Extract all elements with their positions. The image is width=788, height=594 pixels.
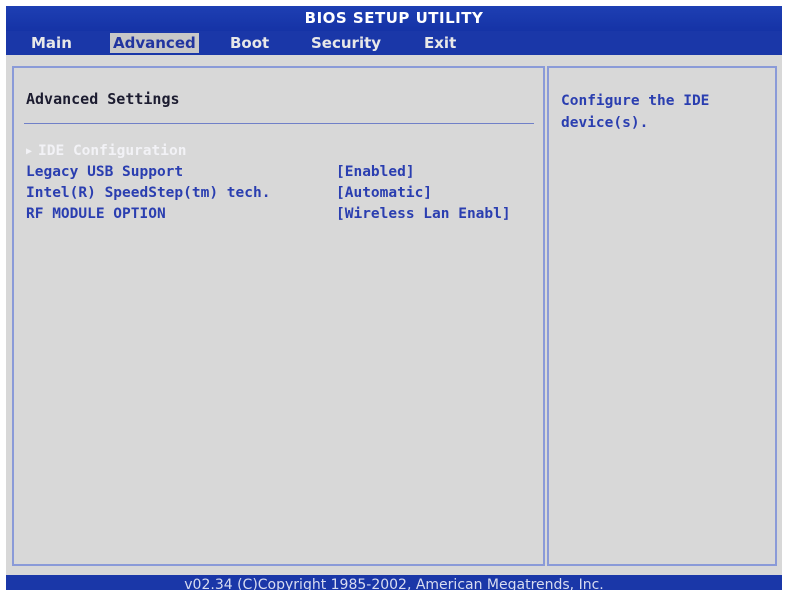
speedstep-label: Intel(R) SpeedStep(tm) tech.: [26, 185, 271, 201]
rf-module-label: RF MODULE OPTION: [26, 206, 166, 222]
bios-title: BIOS SETUP UTILITY: [6, 6, 782, 31]
row-ide-configuration[interactable]: ▶ IDE Configuration: [26, 141, 538, 161]
menu-security[interactable]: Security: [308, 33, 384, 53]
row-legacy-usb-support[interactable]: Legacy USB Support [Enabled]: [26, 162, 538, 182]
legacy-usb-label: Legacy USB Support: [26, 164, 184, 180]
copyright-footer: v02.34 (C)Copyright 1985-2002, American …: [6, 575, 782, 590]
settings-panel: Advanced Settings ▶ IDE Configuration Leg…: [12, 66, 545, 566]
row-rf-module-option[interactable]: RF MODULE OPTION [Wireless Lan Enabl]: [26, 204, 538, 224]
section-divider: [24, 123, 534, 124]
triangle-right-icon: ▶: [26, 146, 33, 157]
row-label: ▶ IDE Configuration: [26, 141, 186, 162]
section-title: Advanced Settings: [26, 90, 180, 108]
legacy-usb-value[interactable]: [Enabled]: [336, 162, 415, 182]
menu-exit[interactable]: Exit: [421, 33, 459, 53]
help-panel: Configure the IDE device(s).: [547, 66, 777, 566]
menu-bar: Main Advanced Boot Security Exit: [6, 31, 782, 55]
row-speedstep[interactable]: Intel(R) SpeedStep(tm) tech. [Automatic]: [26, 183, 538, 203]
menu-advanced[interactable]: Advanced: [110, 33, 199, 53]
bios-screen: BIOS SETUP UTILITY Main Advanced Boot Se…: [6, 6, 782, 590]
rf-module-value[interactable]: [Wireless Lan Enabl]: [336, 204, 511, 224]
menu-main[interactable]: Main: [28, 33, 75, 53]
speedstep-value[interactable]: [Automatic]: [336, 183, 432, 203]
menu-boot[interactable]: Boot: [227, 33, 272, 53]
help-text: Configure the IDE device(s).: [561, 93, 710, 131]
ide-configuration-label: IDE Configuration: [38, 143, 187, 159]
